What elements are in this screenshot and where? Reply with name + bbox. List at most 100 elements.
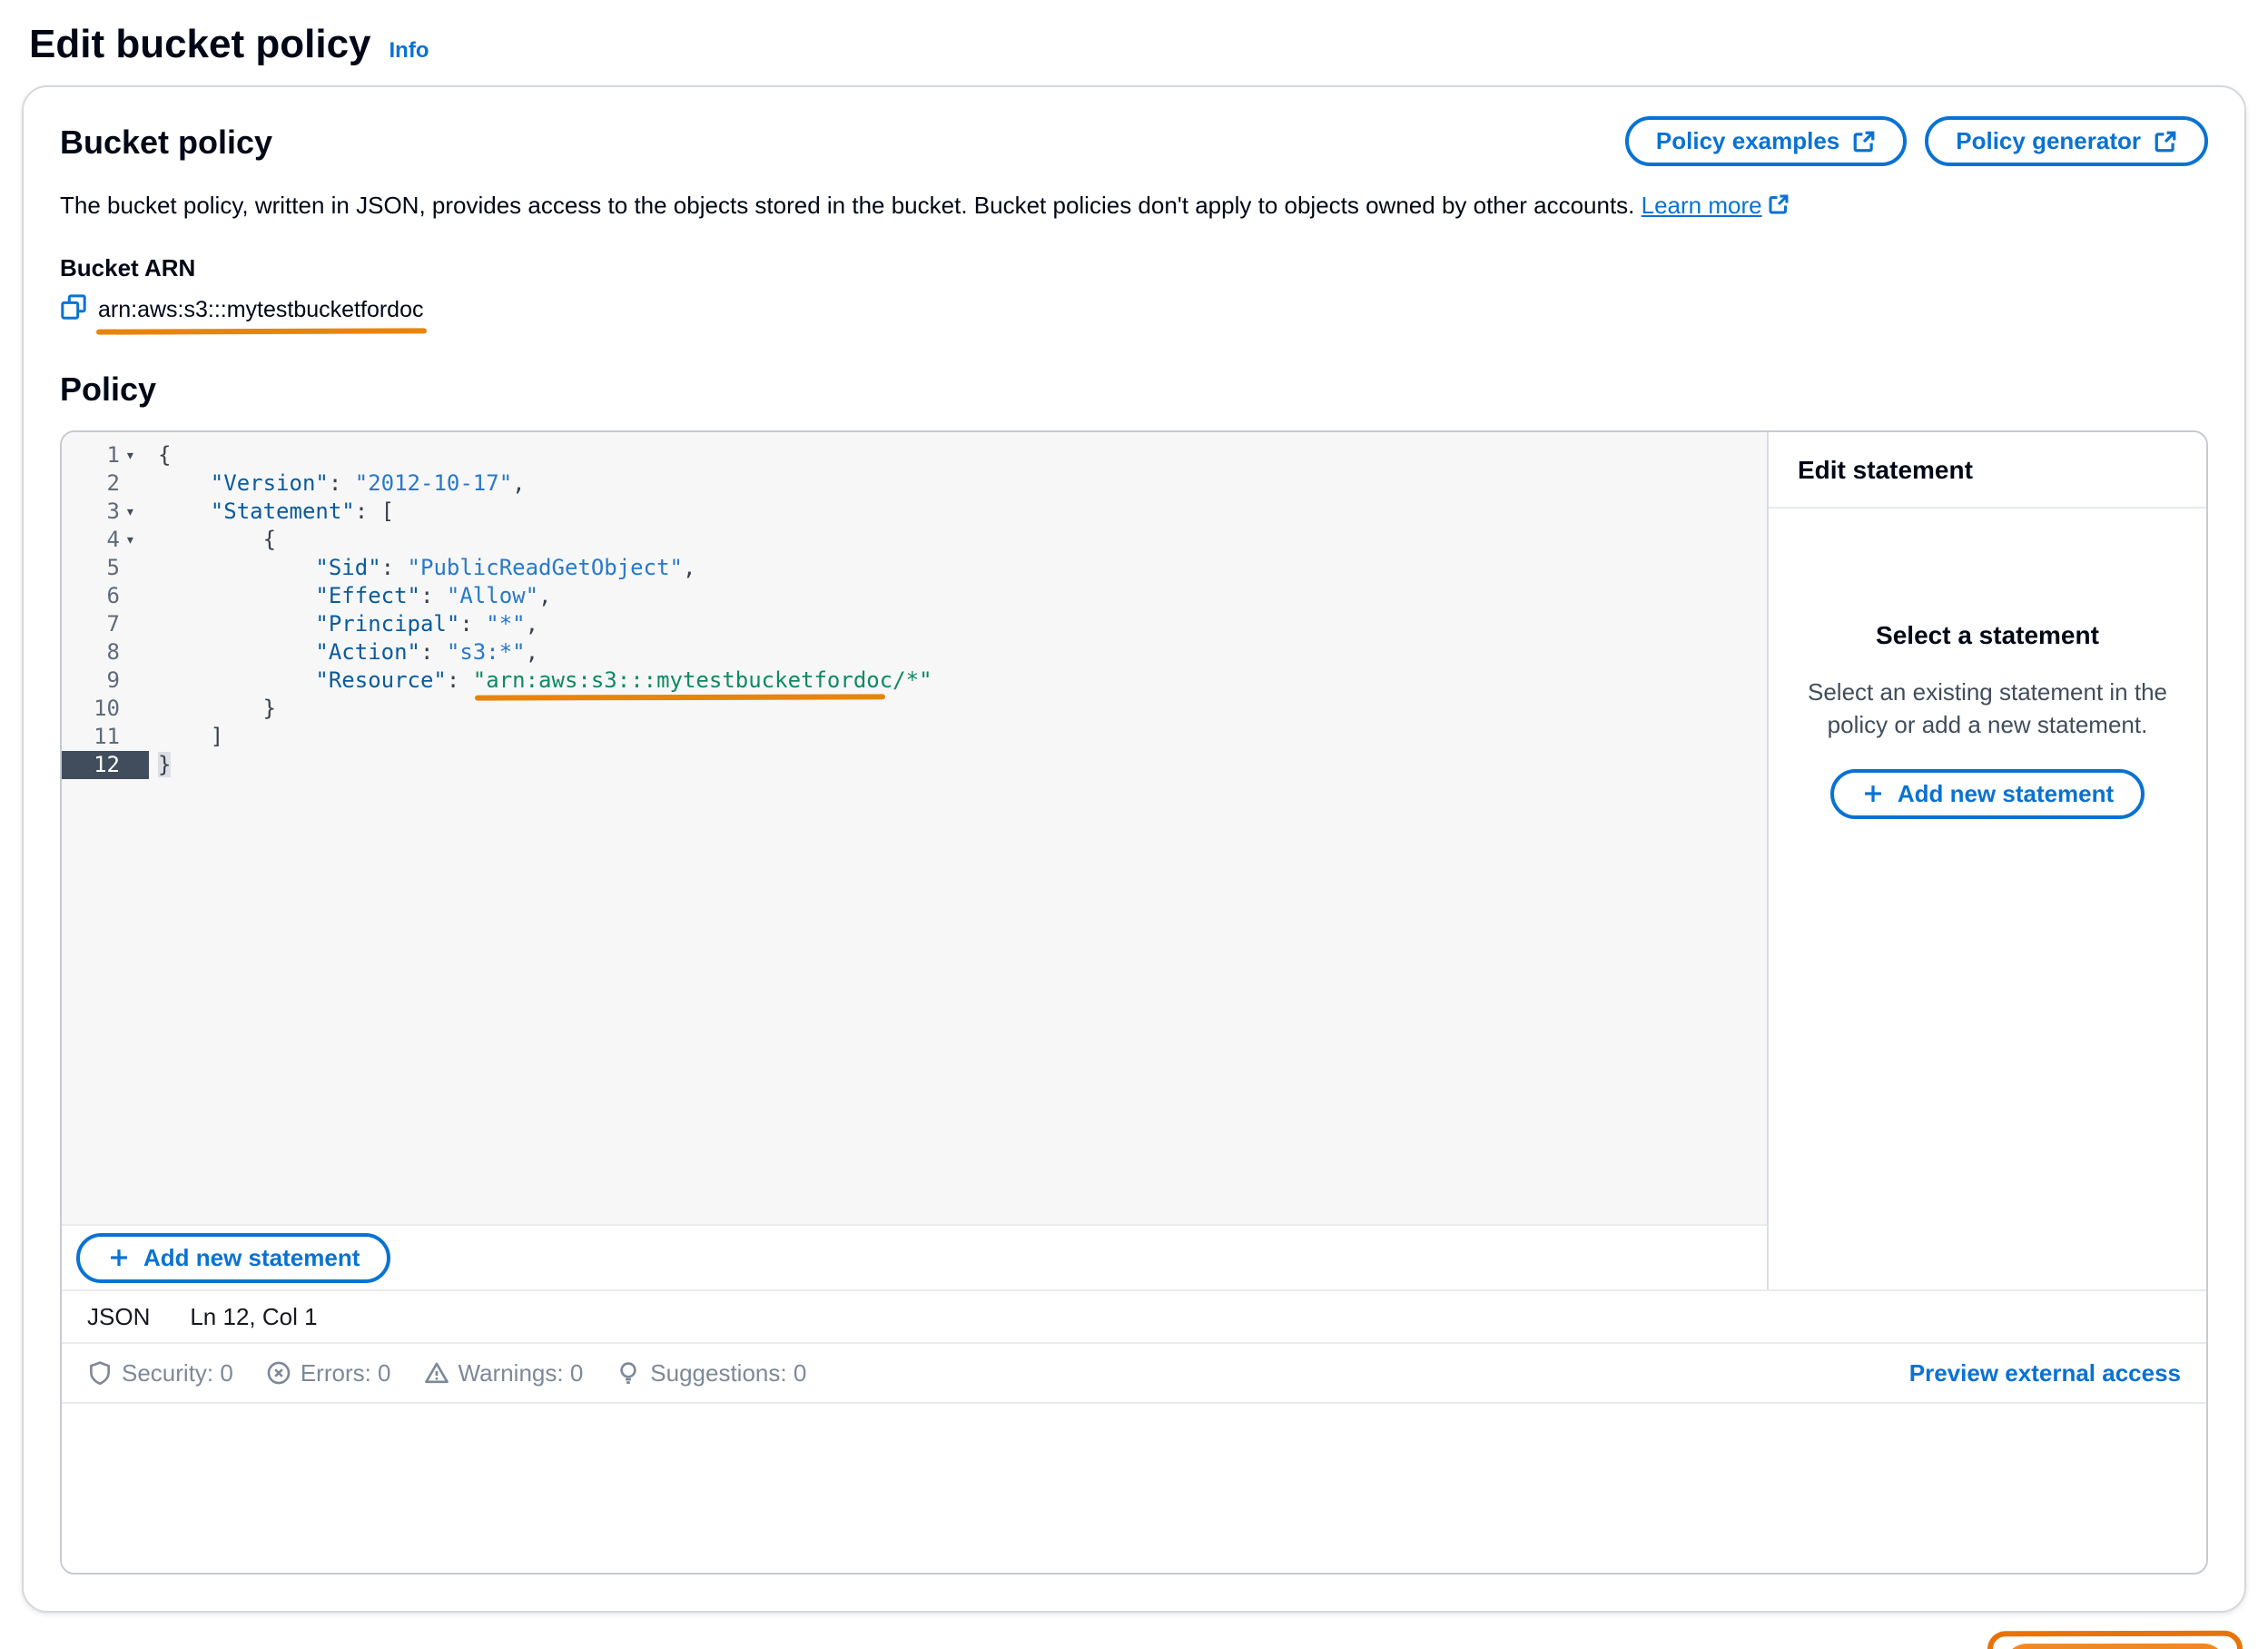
policy-examples-button[interactable]: Policy examples	[1625, 116, 1907, 166]
add-statement-button-panel[interactable]: Add new statement	[1830, 769, 2145, 819]
page-title: Edit bucket policy	[29, 22, 371, 67]
footer-actions: Cancel Save changes	[0, 1613, 2268, 1649]
errors-label: Errors: 0	[301, 1359, 391, 1387]
code-line[interactable]: "Action": "s3:*",	[149, 638, 538, 667]
gutter-line-number[interactable]: 10	[62, 695, 149, 723]
code-line-row: 10 }	[62, 695, 1767, 723]
copy-arn-button[interactable]	[60, 293, 87, 327]
card-header: Bucket policy Policy examples Policy gen…	[60, 116, 2208, 166]
external-link-icon	[1768, 193, 1790, 222]
code-line[interactable]: {	[149, 441, 171, 469]
code-token: "Version"	[211, 470, 329, 496]
gutter-line-number[interactable]: 9	[62, 667, 149, 695]
code-token: "Action"	[315, 639, 420, 665]
code-line[interactable]: }	[149, 751, 171, 779]
gutter-line-number[interactable]: 2	[62, 469, 149, 498]
edit-statement-title: Edit statement	[1769, 432, 2206, 509]
bucket-policy-description: The bucket policy, written in JSON, prov…	[60, 192, 2208, 222]
code-token: ]	[158, 724, 223, 749]
gutter-line-number[interactable]: 3▾	[62, 498, 149, 526]
save-changes-button[interactable]: Save changes	[2004, 1644, 2227, 1649]
cursor-position: Ln 12, Col 1	[190, 1303, 317, 1331]
code-line-row: 12}	[62, 751, 1767, 779]
header-actions: Policy examples Policy generator	[1625, 116, 2208, 166]
edit-statement-panel: Edit statement Select a statement Select…	[1767, 432, 2206, 1289]
warnings-count[interactable]: Warnings: 0	[424, 1359, 584, 1387]
fold-arrow-icon[interactable]: ▾	[125, 441, 149, 469]
policy-generator-button[interactable]: Policy generator	[1925, 116, 2208, 166]
code-token: :	[459, 611, 486, 637]
code-token: "Sid"	[315, 555, 380, 580]
code-line[interactable]: "Principal": "*",	[149, 610, 538, 638]
code-token: : [	[355, 499, 394, 524]
code-line[interactable]: ]	[149, 723, 223, 751]
errors-count[interactable]: Errors: 0	[266, 1359, 391, 1387]
code-line[interactable]: "Statement": [	[149, 498, 394, 526]
policy-section-title: Policy	[60, 370, 2208, 409]
errors-icon	[266, 1360, 291, 1386]
editor-issues-bar: Security: 0 Errors: 0 Warnings: 0	[62, 1342, 2206, 1402]
warnings-icon	[424, 1360, 449, 1386]
code-token: "Principal"	[315, 611, 459, 637]
security-label: Security: 0	[122, 1359, 233, 1387]
add-statement-button-editor[interactable]: Add new statement	[76, 1233, 390, 1283]
code-line[interactable]: {	[149, 526, 276, 554]
code-token: "s3:*"	[447, 639, 526, 665]
code-line[interactable]: "Effect": "Allow",	[149, 582, 552, 610]
preview-external-access-link[interactable]: Preview external access	[1909, 1359, 2181, 1387]
card-title: Bucket policy	[60, 116, 272, 162]
gutter-line-number[interactable]: 8	[62, 638, 149, 667]
code-line[interactable]: "Version": "2012-10-17",	[149, 469, 526, 498]
suggestions-label: Suggestions: 0	[650, 1359, 806, 1387]
suggestions-count[interactable]: Suggestions: 0	[616, 1359, 806, 1387]
external-link-icon	[1852, 130, 1876, 153]
code-line[interactable]: }	[149, 695, 276, 723]
code-line-row: 5 "Sid": "PublicReadGetObject",	[62, 554, 1767, 582]
gutter-line-number[interactable]: 6	[62, 582, 149, 610]
code-token: }	[158, 752, 171, 777]
code-token	[158, 470, 211, 496]
editor-add-statement-row: Add new statement	[62, 1224, 1767, 1289]
code-token	[158, 639, 315, 665]
policy-editor: 1▾ {2 "Version": "2012-10-17",3▾ "Stateme…	[60, 430, 2208, 1575]
fold-arrow-icon[interactable]: ▾	[125, 526, 149, 554]
add-statement-label: Add new statement	[143, 1244, 360, 1272]
gutter-line-number[interactable]: 12	[62, 751, 149, 779]
code-line-row: 3▾ "Statement": [	[62, 498, 1767, 526]
code-line[interactable]: "Sid": "PublicReadGetObject",	[149, 554, 695, 582]
code-token: :	[381, 555, 408, 580]
edit-statement-body: Select a statement Select an existing st…	[1769, 509, 2206, 819]
code-token: "Effect"	[315, 583, 420, 608]
gutter-line-number[interactable]: 5	[62, 554, 149, 582]
code-token	[158, 611, 315, 637]
warnings-label: Warnings: 0	[459, 1359, 584, 1387]
code-token: }	[158, 696, 276, 721]
info-link[interactable]: Info	[390, 38, 429, 64]
security-icon	[87, 1360, 113, 1386]
code-token: :	[420, 583, 447, 608]
annotation-box-save: Save changes	[1987, 1631, 2243, 1649]
gutter-line-number[interactable]: 11	[62, 723, 149, 751]
policy-examples-label: Policy examples	[1656, 127, 1839, 155]
copy-icon	[60, 293, 87, 327]
code-token: ,	[512, 470, 525, 496]
code-token: {	[158, 442, 171, 468]
fold-arrow-icon[interactable]: ▾	[125, 498, 149, 526]
code-line-row: 7 "Principal": "*",	[62, 610, 1767, 638]
code-token: "Resource"	[315, 667, 447, 693]
select-statement-title: Select a statement	[1805, 621, 2170, 650]
gutter-line-number[interactable]: 7	[62, 610, 149, 638]
policy-generator-label: Policy generator	[1956, 127, 2141, 155]
code-editor[interactable]: 1▾ {2 "Version": "2012-10-17",3▾ "Stateme…	[62, 432, 1767, 1224]
code-line-row: 2 "Version": "2012-10-17",	[62, 469, 1767, 498]
security-count[interactable]: Security: 0	[87, 1359, 233, 1387]
plus-icon	[1861, 782, 1885, 805]
code-token: "PublicReadGetObject"	[408, 555, 683, 580]
gutter-line-number[interactable]: 4▾	[62, 526, 149, 554]
code-line-row: 4▾ {	[62, 526, 1767, 554]
learn-more-link[interactable]: Learn more	[1642, 192, 1790, 219]
gutter-line-number[interactable]: 1▾	[62, 441, 149, 469]
code-pane: 1▾ {2 "Version": "2012-10-17",3▾ "Stateme…	[62, 432, 1767, 1289]
add-statement-label: Add new statement	[1898, 780, 2114, 808]
code-line[interactable]: "Resource": "arn:aws:s3:::mytestbucketfo…	[149, 667, 932, 695]
